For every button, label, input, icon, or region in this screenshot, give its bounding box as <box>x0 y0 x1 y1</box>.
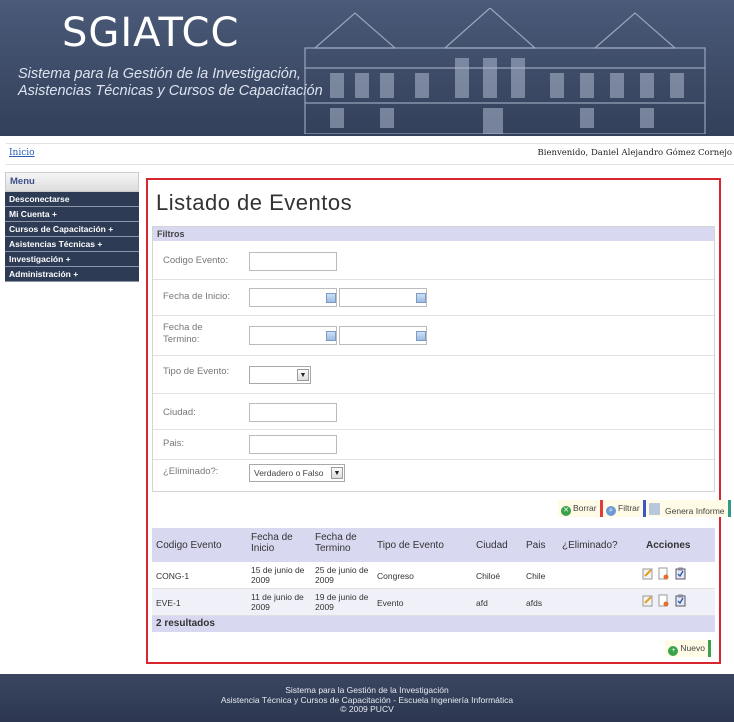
filter-row-codigo: Codigo Evento: <box>153 243 714 280</box>
sidebar-item-cursos[interactable]: Cursos de Capacitación + <box>5 222 139 237</box>
cell-pais: Chile <box>526 571 546 581</box>
cell-termino: 25 de junio de 2009 <box>315 565 369 585</box>
add-icon: + <box>668 646 679 656</box>
column-header: Acciones <box>646 540 691 551</box>
sidebar-item-asistencias[interactable]: Asistencias Técnicas + <box>5 237 139 252</box>
cell-codigo: EVE-1 <box>156 598 181 608</box>
filter-row-ciudad: Ciudad: <box>153 394 714 430</box>
sidebar-item-mi-cuenta[interactable]: Mi Cuenta + <box>5 207 139 222</box>
cell-termino: 19 de junio de 2009 <box>315 592 369 612</box>
footer-line-3: © 2009 PUCV <box>340 704 394 714</box>
cell-tipo: Evento <box>377 598 404 608</box>
codigo-label: Codigo Evento: <box>163 255 228 266</box>
ciudad-input[interactable] <box>249 403 337 422</box>
main-content: Listado de Eventos Filtros Codigo Evento… <box>146 178 731 664</box>
tipo-select[interactable]: ▼ <box>249 366 311 384</box>
filters-heading: Filtros <box>153 227 714 241</box>
row-actions <box>642 567 687 585</box>
calendar-icon[interactable] <box>416 331 426 341</box>
site-header: SGIATCC Sistema para la Gestión de la In… <box>0 0 734 136</box>
edit-icon[interactable] <box>642 594 653 607</box>
row-actions <box>642 594 687 612</box>
codigo-input[interactable] <box>249 252 337 271</box>
genera-informe-label: Genera Informe <box>665 506 725 516</box>
delete-icon[interactable] <box>658 594 669 607</box>
sidebar-item-investigacion[interactable]: Investigación + <box>5 252 139 267</box>
menu-title: Menu <box>5 172 139 192</box>
column-header: Ciudad <box>476 540 508 551</box>
nuevo-button[interactable]: + Nuevo <box>665 640 711 657</box>
breadcrumb: Inicio Bienvenido, Daniel Alejandro Góme… <box>6 143 734 165</box>
sidebar-item-desconectarse[interactable]: Desconectarse <box>5 192 139 207</box>
results-count: 2 resultados <box>152 616 715 632</box>
ciudad-label: Ciudad: <box>163 407 196 418</box>
column-header: Tipo de Evento <box>377 540 444 551</box>
cell-inicio: 11 de junio de 2009 <box>251 592 304 612</box>
filtrar-button[interactable]: ⌕ Filtrar <box>603 500 646 517</box>
edit-icon[interactable] <box>642 567 653 580</box>
column-header: Pais <box>526 540 546 551</box>
filter-row-tipo: Tipo de Evento: ▼ <box>153 356 714 394</box>
table-header: Codigo Evento Fecha de Inicio Fecha de T… <box>152 528 715 562</box>
filtrar-label: Filtrar <box>618 503 640 513</box>
sidebar-item-administracion[interactable]: Administración + <box>5 267 139 282</box>
calendar-icon[interactable] <box>326 331 336 341</box>
table-row: EVE-1 11 de junio de 2009 19 de junio de… <box>152 589 715 616</box>
calendar-icon[interactable] <box>326 293 336 303</box>
fecha-inicio-desde-input[interactable] <box>249 288 337 307</box>
column-header: Codigo Evento <box>156 540 222 551</box>
cell-inicio: 15 de junio de 2009 <box>251 565 305 585</box>
view-details-icon[interactable] <box>675 594 686 607</box>
filter-row-fecha-termino: Fecha de Termino: <box>153 316 714 356</box>
cell-ciudad: afd <box>476 598 488 608</box>
eraser-icon: ✕ <box>561 506 571 516</box>
view-details-icon[interactable] <box>675 567 686 580</box>
column-header: Fecha de Inicio <box>251 532 293 554</box>
pais-input[interactable] <box>249 435 337 454</box>
borrar-label: Borrar <box>573 503 597 513</box>
delete-icon[interactable] <box>658 567 669 580</box>
cell-tipo: Congreso <box>377 571 414 581</box>
cell-pais: afds <box>526 598 543 608</box>
chevron-down-icon: ▼ <box>331 467 343 479</box>
search-icon: ⌕ <box>606 506 616 516</box>
eliminado-select-value: Verdadero o Falso <box>254 468 324 478</box>
pais-label: Pais: <box>163 438 185 449</box>
column-header: Fecha de Termino <box>315 532 357 554</box>
site-footer: Sistema para la Gestión de la Investigac… <box>0 674 734 722</box>
fecha-inicio-hasta-input[interactable] <box>339 288 427 307</box>
filter-row-fecha-inicio: Fecha de Inicio: <box>153 280 714 316</box>
site-logo: SGIATCC <box>62 10 240 56</box>
nuevo-label: Nuevo <box>680 643 705 653</box>
fecha-termino-label: Fecha de Termino: <box>163 322 203 345</box>
welcome-message: Bienvenido, Daniel Alejandro Gómez Corne… <box>537 148 733 158</box>
building-illustration <box>304 8 706 134</box>
borrar-button[interactable]: ✕ Borrar <box>558 500 603 517</box>
calendar-icon[interactable] <box>416 293 426 303</box>
page-title: Listado de Eventos <box>156 190 353 215</box>
cell-ciudad: Chiloé <box>476 571 501 581</box>
chevron-down-icon: ▼ <box>297 369 309 381</box>
report-icon <box>649 503 660 515</box>
fecha-termino-hasta-input[interactable] <box>339 326 427 345</box>
table-row: CONG-1 15 de junio de 2009 25 de junio d… <box>152 562 715 589</box>
eliminado-select[interactable]: Verdadero o Falso ▼ <box>249 464 345 482</box>
filters-panel: Filtros Codigo Evento: Fecha de Inicio: … <box>152 226 715 492</box>
eliminado-label: ¿Eliminado?: <box>163 466 219 477</box>
sidebar-menu: Menu Desconectarse Mi Cuenta + Cursos de… <box>5 172 139 282</box>
fecha-termino-desde-input[interactable] <box>249 326 337 345</box>
cell-codigo: CONG-1 <box>156 571 190 581</box>
filter-row-eliminado: ¿Eliminado?: Verdadero o Falso ▼ <box>153 460 714 491</box>
fecha-inicio-label: Fecha de Inicio: <box>163 291 231 302</box>
breadcrumb-home-link[interactable]: Inicio <box>9 148 35 158</box>
tipo-label: Tipo de Evento: <box>163 366 230 377</box>
filter-row-pais: Pais: <box>153 430 714 460</box>
genera-informe-button[interactable]: Genera Informe <box>646 500 731 517</box>
column-header: ¿Eliminado? <box>562 540 618 551</box>
